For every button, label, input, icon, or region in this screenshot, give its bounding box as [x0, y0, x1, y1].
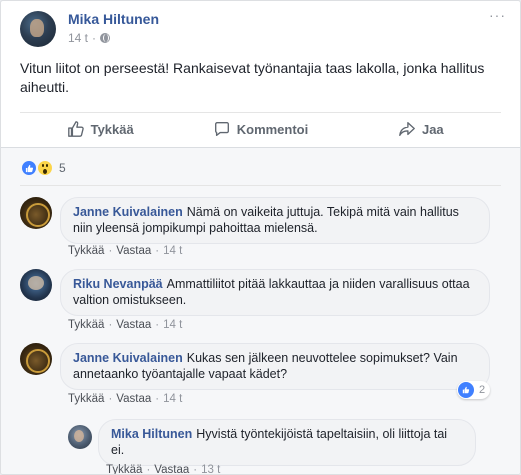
commenter-name[interactable]: Mika Hiltunen: [111, 427, 192, 441]
comment-bubble: Janne Kuivalainen Nämä on vaikeita juttuj…: [60, 197, 490, 244]
comment: Janne Kuivalainen Nämä on vaikeita juttuj…: [20, 197, 500, 257]
comment-reactions[interactable]: 2: [457, 381, 491, 399]
comment-time[interactable]: 14 t: [163, 245, 182, 257]
thumbs-up-icon: [67, 121, 84, 137]
commenter-name[interactable]: Janne Kuivalainen: [73, 205, 183, 219]
comment-reply-link[interactable]: Vastaa: [116, 319, 151, 331]
commenter-avatar[interactable]: [68, 425, 92, 449]
reactions-summary[interactable]: 5: [20, 159, 66, 177]
comment-links: Tykkää · Vastaa · 14 t: [68, 393, 183, 405]
commenter-avatar[interactable]: [20, 197, 52, 229]
post-timestamp[interactable]: 14 t: [68, 31, 88, 45]
commenter-avatar[interactable]: [20, 343, 52, 375]
comment-time[interactable]: 13 t: [201, 464, 220, 474]
reaction-count: 5: [59, 161, 66, 175]
comment-links: Tykkää · Vastaa · 14 t: [68, 245, 183, 257]
post-author-name[interactable]: Mika Hiltunen: [68, 11, 159, 27]
comment-reply-link[interactable]: Vastaa: [116, 245, 151, 257]
wow-icon: [36, 159, 54, 177]
globe-icon[interactable]: [100, 33, 111, 43]
comment-time[interactable]: 14 t: [163, 393, 182, 405]
like-label: Tykkää: [90, 121, 134, 137]
comment-reaction-count: 2: [479, 384, 486, 396]
comment-like-link[interactable]: Tykkää: [68, 319, 104, 331]
comment-reply-link[interactable]: Vastaa: [116, 393, 151, 405]
more-options-icon[interactable]: ···: [489, 7, 506, 23]
comment-time[interactable]: 14 t: [163, 319, 182, 331]
comment-reply: Mika Hiltunen Hyvistä työntekijöistä tape…: [68, 419, 508, 475]
share-icon: [399, 122, 415, 136]
comment-icon: [214, 122, 229, 136]
comment-bubble: Riku Nevanpää Ammattiliitot pitää lakkaut…: [60, 269, 490, 316]
share-button[interactable]: Jaa: [341, 113, 501, 145]
post-card: Mika Hiltunen 14 t · ··· Vitun liitot on…: [0, 0, 521, 475]
comment-links: Tykkää · Vastaa · 13 t: [106, 464, 221, 475]
comment-like-link[interactable]: Tykkää: [106, 464, 142, 474]
comment-button[interactable]: Kommentoi: [180, 113, 340, 145]
post-actions: Tykkää Kommentoi Jaa: [20, 113, 501, 145]
commenter-name[interactable]: Riku Nevanpää: [73, 277, 163, 291]
post-meta: 14 t ·: [68, 31, 111, 45]
comment-bubble: Mika Hiltunen Hyvistä työntekijöistä tape…: [98, 419, 476, 466]
share-label: Jaa: [421, 121, 444, 137]
post-text: Vitun liitot on perseestä! Rankaisevat t…: [20, 60, 485, 95]
comment: Janne Kuivalainen Kukas sen jälkeen neuvo…: [20, 343, 500, 405]
comment: Riku Nevanpää Ammattiliitot pitää lakkaut…: [20, 269, 500, 331]
comment-reply-link[interactable]: Vastaa: [154, 464, 189, 474]
divider: [20, 185, 501, 186]
comment-links: Tykkää · Vastaa · 14 t: [68, 319, 183, 331]
post-header: Mika Hiltunen 14 t · ···: [20, 7, 508, 47]
comment-like-link[interactable]: Tykkää: [68, 393, 104, 405]
comment-bubble: Janne Kuivalainen Kukas sen jälkeen neuvo…: [60, 343, 490, 390]
author-avatar[interactable]: [20, 11, 56, 47]
commenter-avatar[interactable]: [20, 269, 52, 301]
comment-label: Kommentoi: [236, 121, 309, 137]
commenter-name[interactable]: Janne Kuivalainen: [73, 351, 183, 365]
like-button[interactable]: Tykkää: [20, 113, 180, 145]
meta-separator: ·: [92, 31, 97, 45]
like-icon: [458, 382, 474, 398]
comment-like-link[interactable]: Tykkää: [68, 245, 104, 257]
